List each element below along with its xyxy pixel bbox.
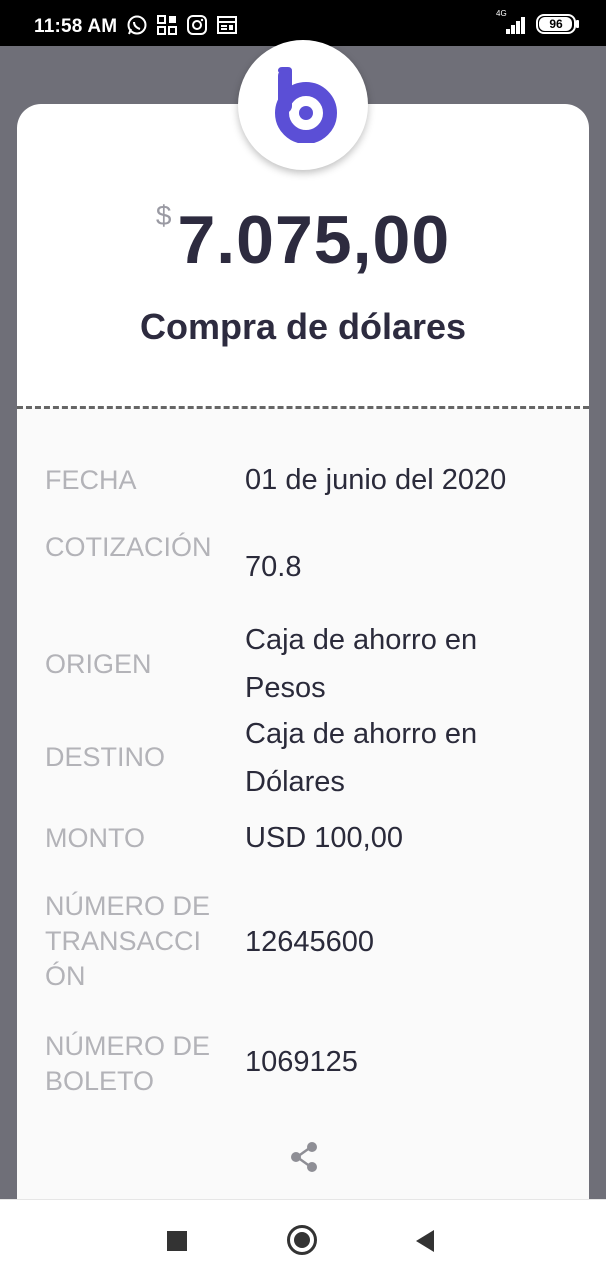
detail-label-fecha: FECHA bbox=[45, 465, 137, 495]
detail-label-numero-boleto: NÚMERO DE BOLETO bbox=[45, 1031, 211, 1096]
detail-value-destino: Caja de ahorro en Dólares bbox=[245, 718, 478, 798]
detail-label-monto: MONTO bbox=[45, 823, 145, 853]
brand-b-icon bbox=[275, 67, 337, 143]
home-button[interactable] bbox=[287, 1225, 317, 1255]
system-indicators: 4G 96 bbox=[496, 9, 579, 34]
detail-label-origen: ORIGEN bbox=[45, 649, 152, 679]
brand-logo bbox=[238, 40, 368, 170]
whatsapp-icon bbox=[126, 14, 148, 36]
detail-label-numero-transaccion: NÚMERO DE TRANSACCIÓN bbox=[45, 891, 211, 991]
detail-value-cotizacion: 70.8 bbox=[245, 551, 302, 583]
currency-symbol: $ bbox=[155, 200, 172, 231]
detail-value-numero-boleto: 1069125 bbox=[245, 1046, 358, 1078]
detail-value-monto: USD 100,00 bbox=[245, 822, 403, 854]
back-button[interactable] bbox=[416, 1230, 434, 1252]
battery-level: 96 bbox=[549, 17, 563, 31]
dashed-divider bbox=[17, 406, 589, 409]
navigation-bar bbox=[0, 1199, 606, 1281]
battery-icon: 96 bbox=[536, 14, 579, 34]
app-grid-icon bbox=[156, 14, 178, 36]
detail-label-destino: DESTINO bbox=[45, 742, 166, 772]
notification-icons bbox=[126, 14, 238, 36]
detail-value-origen: Caja de ahorro en Pesos bbox=[245, 624, 478, 704]
amount-display: $7.075,00 bbox=[0, 200, 606, 279]
status-time: 11:58 AM bbox=[34, 16, 118, 37]
detail-label-cotizacion: COTIZACIÓN bbox=[45, 532, 212, 562]
network-type: 4G bbox=[496, 9, 507, 18]
detail-value-fecha: 01 de junio del 2020 bbox=[245, 464, 507, 496]
news-icon bbox=[216, 14, 238, 36]
signal-icon: 4G bbox=[496, 9, 526, 34]
detail-value-numero-transaccion: 12645600 bbox=[245, 926, 375, 958]
share-icon[interactable] bbox=[289, 1141, 319, 1173]
transaction-title: Compra de dólares bbox=[139, 306, 467, 347]
recent-apps-button[interactable] bbox=[167, 1231, 187, 1251]
amount-value: 7.075,00 bbox=[177, 202, 451, 278]
instagram-icon bbox=[186, 14, 208, 36]
